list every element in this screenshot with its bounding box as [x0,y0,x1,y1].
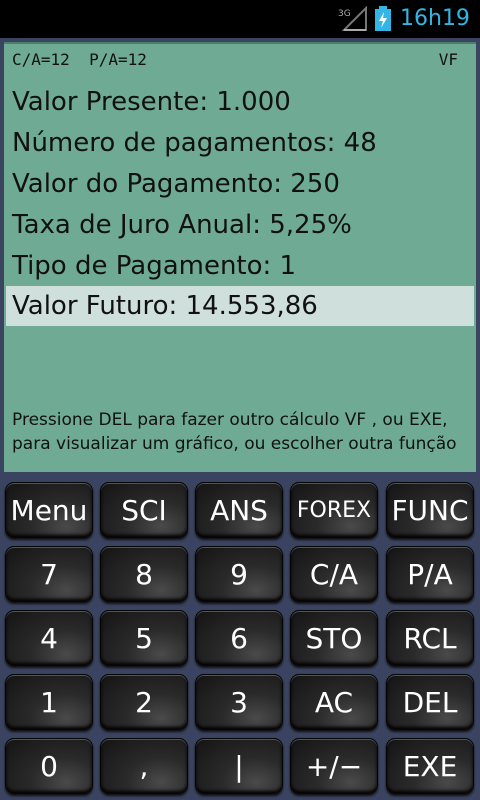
sci-key[interactable]: SCI [100,482,188,538]
p-a-key[interactable]: P/A [386,546,474,602]
forex-key[interactable]: FOREX [290,482,378,538]
digit-3-key[interactable]: 3 [195,674,283,730]
calculator-display: C/A=12 P/A=12 VF Valor Presente: 1.000 N… [4,42,476,472]
sto-key[interactable]: STO [290,610,378,666]
row-payment-value[interactable]: Valor do Pagamento: 250 [6,164,474,204]
digit-2-key[interactable]: 2 [100,674,188,730]
row-annual-interest-rate[interactable]: Taxa de Juro Anual: 5,25% [6,205,474,245]
row-present-value[interactable]: Valor Presente: 1.000 [6,82,474,122]
digit-1-key[interactable]: 1 [5,674,93,730]
decimal-comma-key[interactable]: , [100,738,188,794]
function-indicator: VF [438,50,458,69]
digit-9-key[interactable]: 9 [195,546,283,602]
ans-key[interactable]: ANS [195,482,283,538]
digit-0-key[interactable]: 0 [5,738,93,794]
signal-3g-icon: 3G [338,6,367,31]
func-key[interactable]: FUNC [386,482,474,538]
row-payment-type[interactable]: Tipo de Pagamento: 1 [6,246,474,286]
digit-6-key[interactable]: 6 [195,610,283,666]
row-number-of-payments[interactable]: Número de pagamentos: 48 [6,123,474,163]
separator-key[interactable]: | [195,738,283,794]
status-time: 16h19 [400,6,470,31]
sign-toggle-key[interactable]: +/− [290,738,378,794]
del-key[interactable]: DEL [386,674,474,730]
digit-4-key[interactable]: 4 [5,610,93,666]
mode-cycle-indicator: C/A=12 P/A=12 [12,50,147,69]
help-message: Pressione DEL para fazer outro cálculo V… [12,410,457,454]
battery-charging-icon [375,6,391,31]
rcl-key[interactable]: RCL [386,610,474,666]
status-bar: 3G 16h19 [0,0,480,38]
network-type-label: 3G [338,9,351,19]
exe-key[interactable]: EXE [386,738,474,794]
digit-7-key[interactable]: 7 [5,546,93,602]
digit-8-key[interactable]: 8 [100,546,188,602]
row-future-value[interactable]: Valor Futuro: 14.553,86 [6,286,474,326]
mode-line: C/A=12 P/A=12 VF [12,50,468,70]
digit-5-key[interactable]: 5 [100,610,188,666]
ac-key[interactable]: AC [290,674,378,730]
c-a-key[interactable]: C/A [290,546,378,602]
menu-key[interactable]: Menu [5,482,93,538]
